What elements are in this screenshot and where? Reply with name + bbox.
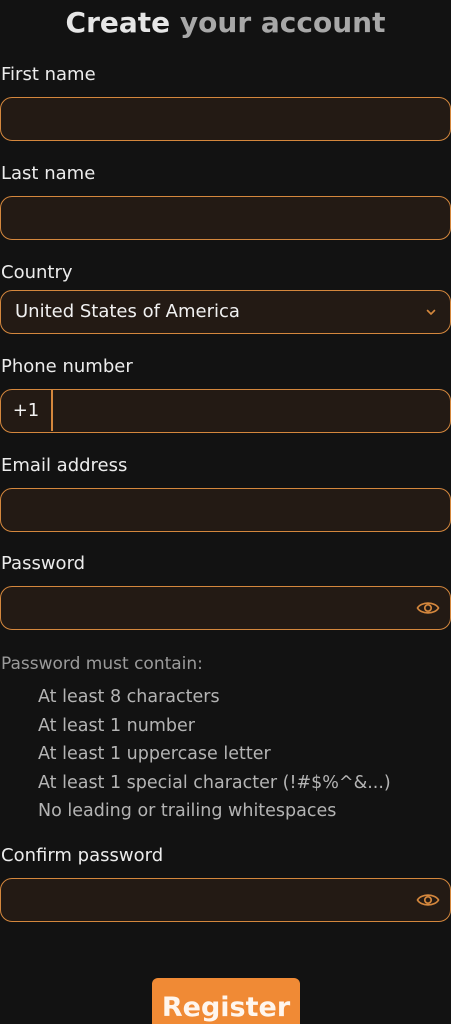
email-label: Email address <box>1 455 128 476</box>
country-select[interactable]: United States of America <box>0 290 451 334</box>
eye-icon[interactable] <box>416 890 440 910</box>
country-select-value: United States of America <box>15 301 240 322</box>
password-rule: At least 1 number <box>38 715 195 736</box>
password-rule: At least 8 characters <box>38 687 220 707</box>
page-title-faded: your account <box>179 6 386 39</box>
eye-icon[interactable] <box>416 598 440 618</box>
confirm-password-field[interactable] <box>0 878 451 922</box>
password-rule: At least 1 special character (!#$%^&...) <box>38 772 391 793</box>
page-title: Create your account <box>0 6 451 40</box>
password-label: Password <box>1 553 86 574</box>
first-name-label: First name <box>1 64 96 85</box>
phone-country-code: +1 <box>1 390 53 431</box>
page-title-main: Create <box>65 6 180 39</box>
phone-number-label: Phone number <box>1 356 133 377</box>
last-name-field[interactable] <box>0 196 451 240</box>
phone-number-field[interactable]: +1 <box>0 389 451 433</box>
email-field[interactable] <box>0 488 451 532</box>
chevron-down-icon <box>426 309 436 315</box>
country-label: Country <box>1 262 73 283</box>
confirm-password-label: Confirm password <box>1 845 164 866</box>
password-rules-list: At least 8 characters At least 1 number … <box>38 683 391 826</box>
password-rule: At least 1 uppercase letter <box>38 744 271 764</box>
last-name-label: Last name <box>1 163 96 184</box>
password-rule: No leading or trailing whitespaces <box>38 801 337 821</box>
first-name-field[interactable] <box>0 97 451 141</box>
password-rules-title: Password must contain: <box>1 654 203 674</box>
password-field[interactable] <box>0 586 451 630</box>
register-button[interactable]: Register <box>152 978 300 1024</box>
